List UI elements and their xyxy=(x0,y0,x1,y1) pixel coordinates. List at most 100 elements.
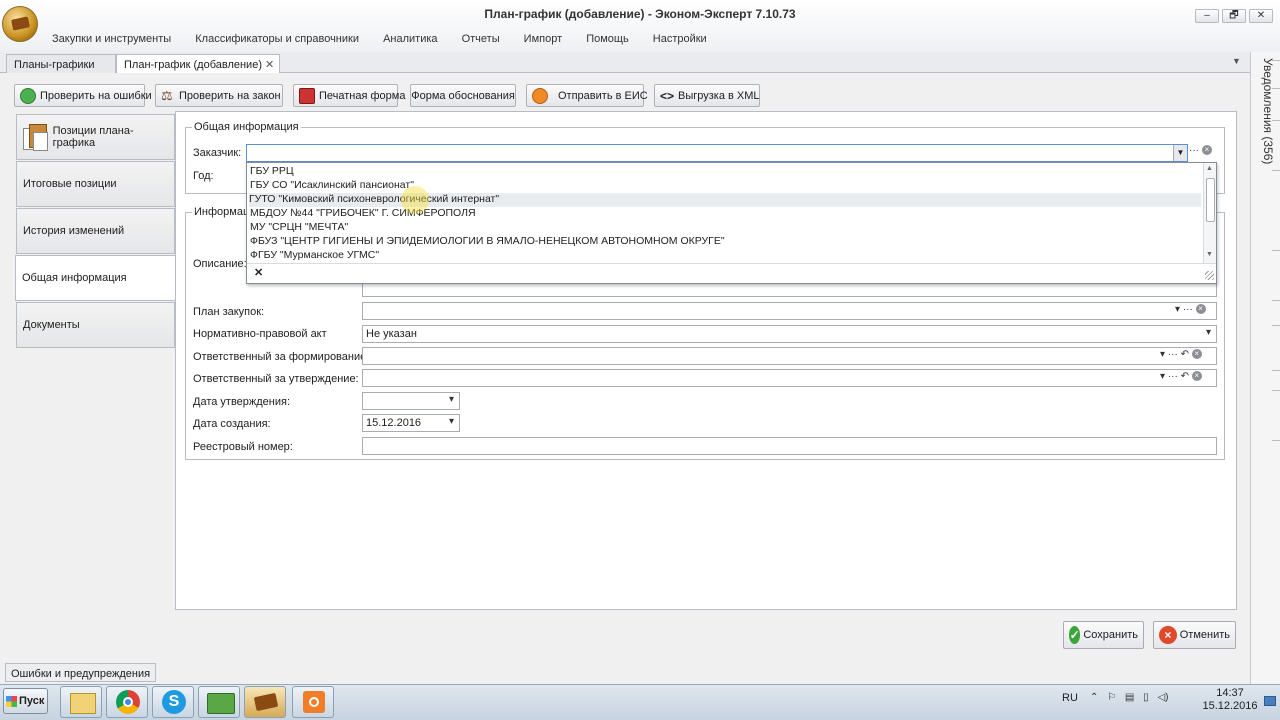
ellipsis-icon[interactable]: ··· xyxy=(1168,371,1178,382)
tab-close-icon[interactable]: ✕ xyxy=(265,58,274,71)
list-item[interactable]: ФБУЗ "ЦЕНТР ГИГИЕНЫ И ЭПИДЕМИОЛОГИИ В ЯМ… xyxy=(250,235,725,249)
clock[interactable]: 14:37 15.12.2016 xyxy=(1200,687,1260,713)
customer-dropdown-arrow-icon[interactable]: ▼ xyxy=(1173,145,1187,161)
check-law-button[interactable]: ⚖ Проверить на закон xyxy=(155,84,283,107)
gavel-icon: ⚖ xyxy=(161,87,173,103)
tray-icons: ⌃ ⚐ ▤ ▯ ◁) xyxy=(1090,692,1168,703)
briefcase-app-icon[interactable] xyxy=(198,686,240,718)
list-item[interactable]: МБДОУ №44 "ГРИБОЧЕК" Г. СИМФЕРОПОЛЯ xyxy=(250,207,476,221)
print-form-button[interactable]: Печатная форма xyxy=(293,84,405,107)
button-label: Печатная форма xyxy=(319,89,406,102)
explorer-app-icon[interactable] xyxy=(60,686,102,718)
show-desktop-icon[interactable] xyxy=(1264,696,1276,706)
purchase-plan-combobox[interactable] xyxy=(362,302,1217,320)
creation-date-picker[interactable]: 15.12.2016 xyxy=(362,414,460,432)
dropdown-divider xyxy=(247,263,1216,264)
approval-date-picker[interactable] xyxy=(362,392,460,410)
power-icon[interactable]: ▯ xyxy=(1143,692,1149,703)
undo-icon[interactable]: ↶ xyxy=(1181,371,1189,382)
year-label: Год: xyxy=(193,170,214,182)
clock-time: 14:37 xyxy=(1216,687,1244,699)
registry-number-field[interactable] xyxy=(362,437,1217,455)
cancel-button[interactable]: × Отменить xyxy=(1153,621,1236,649)
menu-purchases[interactable]: Закупки и инструменты xyxy=(52,33,171,45)
econom-expert-app-icon[interactable] xyxy=(244,686,286,718)
scrollbar-thumb[interactable] xyxy=(1206,178,1215,222)
menu-reports[interactable]: Отчеты xyxy=(462,33,500,45)
responsible-forming-label: Ответственный за формирование: xyxy=(193,351,370,363)
clear-icon[interactable]: × xyxy=(1201,145,1212,156)
start-button[interactable]: Пуск xyxy=(3,688,48,714)
description-field[interactable] xyxy=(362,283,1217,297)
chevron-down-icon[interactable]: ▾ xyxy=(449,394,454,405)
expand-tray-icon[interactable]: ⌃ xyxy=(1090,692,1098,703)
undo-icon[interactable]: ↶ xyxy=(1181,349,1189,360)
clear-icon[interactable]: × xyxy=(1191,349,1202,360)
nav-label: Итоговые позиции xyxy=(23,178,117,190)
nav-change-history[interactable]: История изменений xyxy=(16,208,175,254)
nav-label: Документы xyxy=(23,319,80,331)
screen-recorder-app-icon[interactable] xyxy=(292,686,334,718)
list-item[interactable]: ГБУ РРЦ xyxy=(250,165,294,179)
general-info-legend: Общая информация xyxy=(192,121,301,133)
scroll-up-icon[interactable]: ▲ xyxy=(1206,165,1213,172)
scroll-down-icon[interactable]: ▼ xyxy=(1206,251,1213,258)
nav-plan-positions[interactable]: Позиции плана-графика xyxy=(16,114,175,160)
justification-form-button[interactable]: Форма обоснования xyxy=(410,84,516,107)
list-item[interactable]: ФГБУ "Мурманское УГМС" xyxy=(250,249,379,263)
customer-tools: ··· × xyxy=(1189,145,1212,156)
dropdown-scrollbar[interactable]: ▲ ▼ xyxy=(1203,163,1216,263)
tab-plan-schedule-add[interactable]: План-график (добавление) ✕ xyxy=(116,54,280,73)
responsible-approval-label: Ответственный за утверждение: xyxy=(193,373,359,385)
creation-date-value: 15.12.2016 xyxy=(366,417,422,429)
errors-warnings-tab[interactable]: Ошибки и предупреждения xyxy=(5,663,157,682)
close-window-button[interactable]: ✕ xyxy=(1249,9,1273,23)
nav-general-info[interactable]: Общая информация xyxy=(15,255,175,301)
chevron-down-icon[interactable]: ▾ xyxy=(1175,304,1180,315)
chevron-down-icon[interactable]: ▾ xyxy=(1160,371,1165,382)
ellipsis-icon[interactable]: ··· xyxy=(1183,304,1193,315)
legal-act-select[interactable]: Не указан xyxy=(362,325,1217,343)
resize-grip-icon[interactable] xyxy=(1205,271,1214,280)
maximize-button[interactable]: 🗗 xyxy=(1222,9,1246,23)
check-errors-button[interactable]: Проверить на ошибки xyxy=(14,84,152,107)
volume-icon[interactable]: ◁) xyxy=(1157,692,1168,703)
send-eis-button[interactable]: Отправить в ЕИС xyxy=(526,84,648,107)
clock-date: 15.12.2016 xyxy=(1202,700,1258,712)
language-indicator[interactable]: RU xyxy=(1062,692,1078,704)
chevron-down-icon[interactable]: ▾ xyxy=(449,416,454,427)
tab-plans-schedules[interactable]: Планы-графики xyxy=(6,54,116,73)
responsible-forming-combobox[interactable] xyxy=(362,347,1217,365)
list-item[interactable]: ГБУ СО "Исаклинский пансионат" xyxy=(250,179,414,193)
chevron-down-icon[interactable]: ▾ xyxy=(1160,349,1165,360)
flag-icon[interactable]: ⚐ xyxy=(1107,692,1116,703)
menu-classifiers[interactable]: Классификаторы и справочники xyxy=(195,33,359,45)
chevron-down-icon[interactable]: ▾ xyxy=(1206,327,1211,338)
nav-documents[interactable]: Документы xyxy=(16,302,175,348)
ellipsis-icon[interactable]: ··· xyxy=(1168,349,1178,360)
nav-label: Позиции плана-графика xyxy=(52,125,134,149)
menu-settings[interactable]: Настройки xyxy=(653,33,707,45)
customer-dropdown-list: ГБУ РРЦ ГБУ СО "Исаклинский пансионат" Г… xyxy=(246,162,1217,284)
responsible-approval-combobox[interactable] xyxy=(362,369,1217,387)
customer-combobox[interactable] xyxy=(246,144,1188,162)
save-button[interactable]: ✓ Сохранить xyxy=(1063,621,1144,649)
list-item-highlighted[interactable]: ГУТО "Кимовский психоневрологический инт… xyxy=(249,193,1201,207)
minimize-button[interactable]: – xyxy=(1195,9,1219,23)
network-icon[interactable]: ▤ xyxy=(1125,692,1134,703)
clear-icon[interactable]: × xyxy=(1195,304,1206,315)
clear-selection-icon[interactable]: ✕ xyxy=(254,266,263,279)
list-item[interactable]: МУ "СРЦН "МЕЧТА" xyxy=(250,221,348,235)
clear-icon[interactable]: × xyxy=(1191,371,1202,382)
nav-label: Общая информация xyxy=(22,272,127,284)
skype-app-icon[interactable]: S xyxy=(152,686,194,718)
export-xml-button[interactable]: <> Выгрузка в XML xyxy=(654,84,760,107)
tab-label: План-график (добавление) xyxy=(124,59,262,71)
menu-import[interactable]: Импорт xyxy=(524,33,562,45)
ellipsis-icon[interactable]: ··· xyxy=(1189,145,1199,156)
chrome-app-icon[interactable] xyxy=(106,686,148,718)
tabs-dropdown-icon[interactable]: ▼ xyxy=(1232,56,1241,66)
menu-help[interactable]: Помощь xyxy=(586,33,629,45)
menu-analytics[interactable]: Аналитика xyxy=(383,33,437,45)
nav-total-positions[interactable]: Итоговые позиции xyxy=(16,161,175,207)
